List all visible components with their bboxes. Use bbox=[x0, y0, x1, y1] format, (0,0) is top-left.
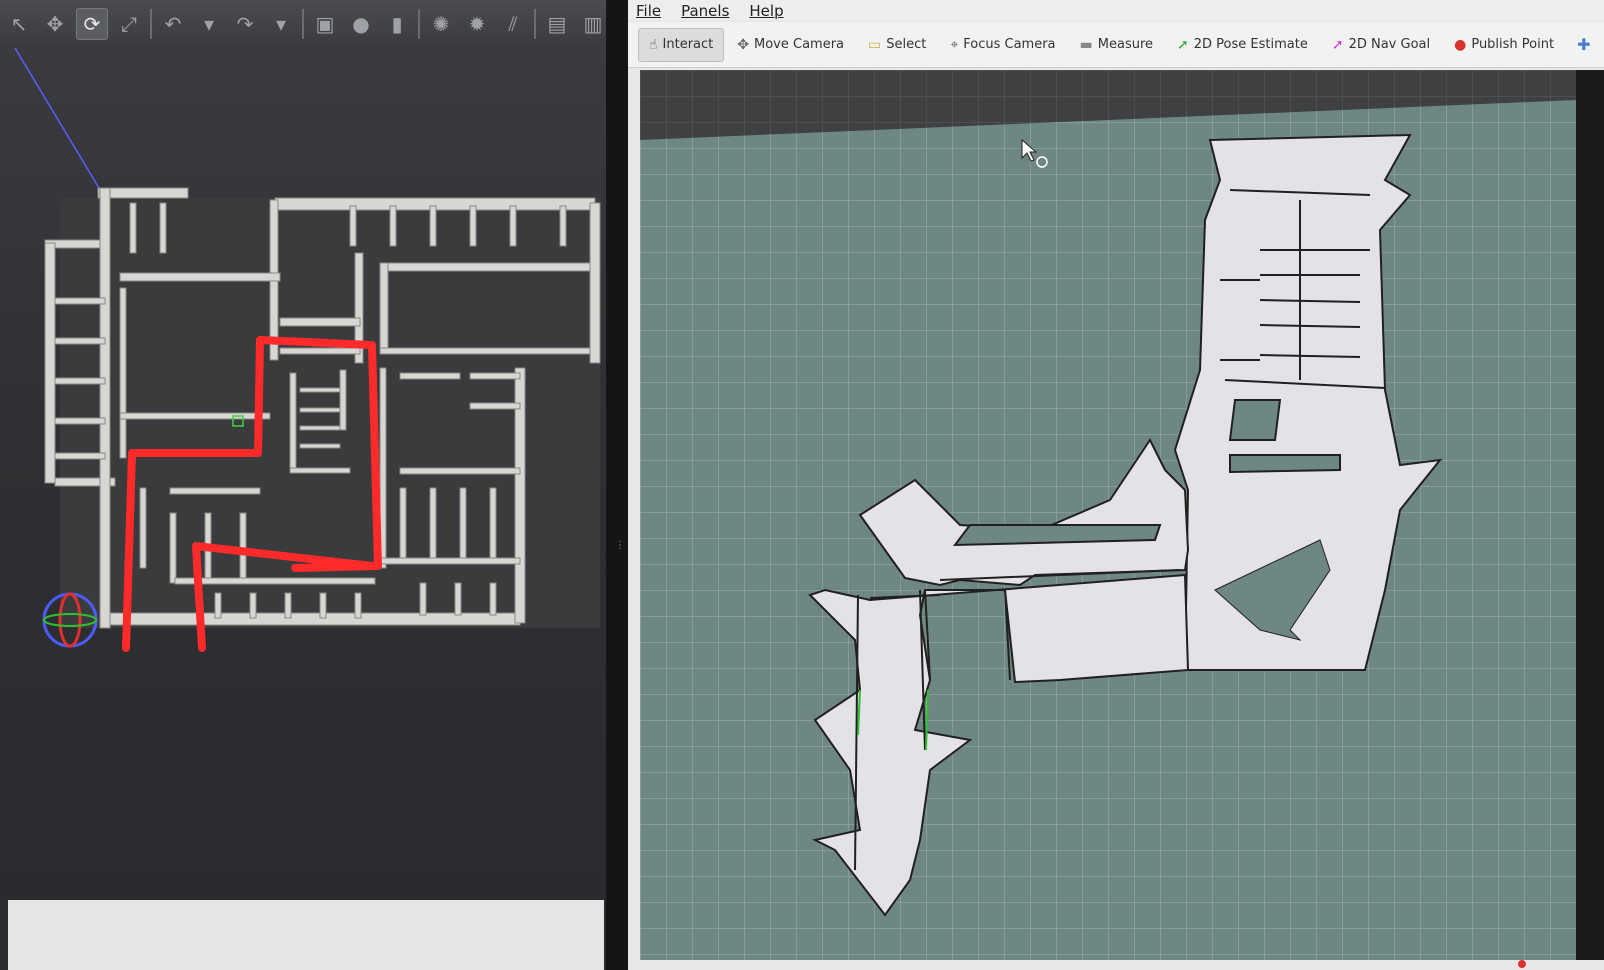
pose-estimate-icon: ➚ bbox=[1177, 36, 1189, 53]
scale-icon[interactable]: ⤢ bbox=[114, 9, 144, 39]
menu-file[interactable]: File bbox=[636, 2, 661, 20]
tool-interact-button[interactable]: ☝ Interact bbox=[638, 27, 725, 62]
rviz-menubar: File Panels Help bbox=[628, 0, 1604, 20]
toolbar-separator bbox=[150, 9, 152, 39]
focus-camera-icon: ⌖ bbox=[950, 36, 959, 53]
redo-icon[interactable]: ↷ bbox=[230, 9, 260, 39]
gazebo-toolbar: ↖ ✥ ⟳ ⤢ ↶ ▾ ↷ ▾ ▣ ● ▮ ✺ ✹ ⫽ ▤ ▥ bbox=[0, 0, 612, 48]
tool-focus-camera-button[interactable]: ⌖ Focus Camera bbox=[939, 28, 1066, 62]
box-shape-icon[interactable]: ▣ bbox=[310, 9, 340, 39]
gazebo-window: ↖ ✥ ⟳ ⤢ ↶ ▾ ↷ ▾ ▣ ● ▮ ✺ ✹ ⫽ ▤ ▥ bbox=[0, 0, 612, 970]
menu-help[interactable]: Help bbox=[749, 2, 783, 20]
tool-label: Move Camera bbox=[754, 37, 845, 52]
menu-panels[interactable]: Panels bbox=[681, 2, 729, 20]
select-arrow-icon[interactable]: ↖ bbox=[4, 9, 34, 39]
tool-label: 2D Nav Goal bbox=[1348, 37, 1431, 52]
publish-point-icon: ● bbox=[1454, 36, 1467, 53]
undo-icon[interactable]: ↶ bbox=[158, 9, 188, 39]
add-tool-icon[interactable]: ✚ bbox=[1569, 35, 1598, 54]
rotate-icon[interactable]: ⟳ bbox=[76, 8, 108, 40]
tool-label: Interact bbox=[662, 37, 714, 52]
paste-icon[interactable]: ▥ bbox=[578, 9, 608, 39]
gazebo-time-panel bbox=[8, 900, 604, 970]
tool-2d-nav-goal-button[interactable]: ➚ 2D Nav Goal bbox=[1321, 28, 1441, 62]
copy-icon[interactable]: ▤ bbox=[542, 9, 572, 39]
tool-label: Publish Point bbox=[1471, 37, 1555, 52]
hand-icon: ☝ bbox=[649, 36, 658, 53]
toolbar-separator bbox=[302, 9, 304, 39]
toolbar-separator bbox=[418, 9, 420, 39]
spot-light-icon[interactable]: ✹ bbox=[462, 9, 492, 39]
map-room-obstacle-2 bbox=[1229, 454, 1341, 474]
remove-tool-icon[interactable]: ━ bbox=[1600, 35, 1604, 54]
translate-icon[interactable]: ✥ bbox=[40, 9, 70, 39]
cylinder-shape-icon[interactable]: ▮ bbox=[382, 9, 412, 39]
tool-label: Select bbox=[886, 37, 927, 52]
undo-dropdown-icon[interactable]: ▾ bbox=[194, 9, 224, 39]
tool-select-button[interactable]: ▭ Select bbox=[857, 28, 937, 62]
rviz-3d-view[interactable] bbox=[640, 70, 1576, 960]
measure-icon: ▬ bbox=[1079, 36, 1093, 53]
rviz-window: File Panels Help ☝ Interact ✥ Move Camera ▭ Sel… bbox=[628, 0, 1604, 970]
redo-dropdown-icon[interactable]: ▾ bbox=[266, 9, 296, 39]
tool-label: Measure bbox=[1097, 37, 1154, 52]
tool-list: ☝ Interact ✥ Move Camera ▭ Select ⌖ Focus Camer… bbox=[638, 27, 1565, 62]
occupancy-map-render bbox=[640, 70, 1576, 960]
point-light-icon[interactable]: ✺ bbox=[426, 9, 456, 39]
rviz-toolbar: ☝ Interact ✥ Move Camera ▭ Select ⌖ Focus Camer… bbox=[628, 22, 1604, 68]
nav-goal-icon: ➚ bbox=[1331, 36, 1344, 53]
directional-light-icon[interactable]: ⫽ bbox=[498, 9, 528, 39]
splitter-grip-icon[interactable]: ⋮ bbox=[615, 540, 625, 560]
tool-label: Focus Camera bbox=[963, 37, 1056, 52]
select-icon: ▭ bbox=[868, 36, 882, 53]
move-camera-icon: ✥ bbox=[737, 36, 749, 53]
tool-publish-point-button[interactable]: ● Publish Point bbox=[1443, 28, 1565, 62]
gazebo-scene bbox=[14, 47, 601, 652]
toolbar-separator bbox=[534, 9, 536, 39]
tool-move-camera-button[interactable]: ✥ Move Camera bbox=[726, 28, 855, 62]
window-splitter[interactable]: ⋮ bbox=[606, 0, 628, 970]
tool-2d-pose-estimate-button[interactable]: ➚ 2D Pose Estimate bbox=[1166, 28, 1319, 62]
sphere-shape-icon[interactable]: ● bbox=[346, 9, 376, 39]
gazebo-3d-viewport[interactable] bbox=[0, 47, 606, 900]
rviz-side-edge bbox=[1576, 70, 1604, 960]
tool-measure-button[interactable]: ▬ Measure bbox=[1069, 28, 1164, 62]
status-indicator-icon bbox=[1518, 960, 1526, 968]
map-room-obstacle bbox=[1228, 399, 1282, 441]
tool-label: 2D Pose Estimate bbox=[1193, 37, 1308, 52]
